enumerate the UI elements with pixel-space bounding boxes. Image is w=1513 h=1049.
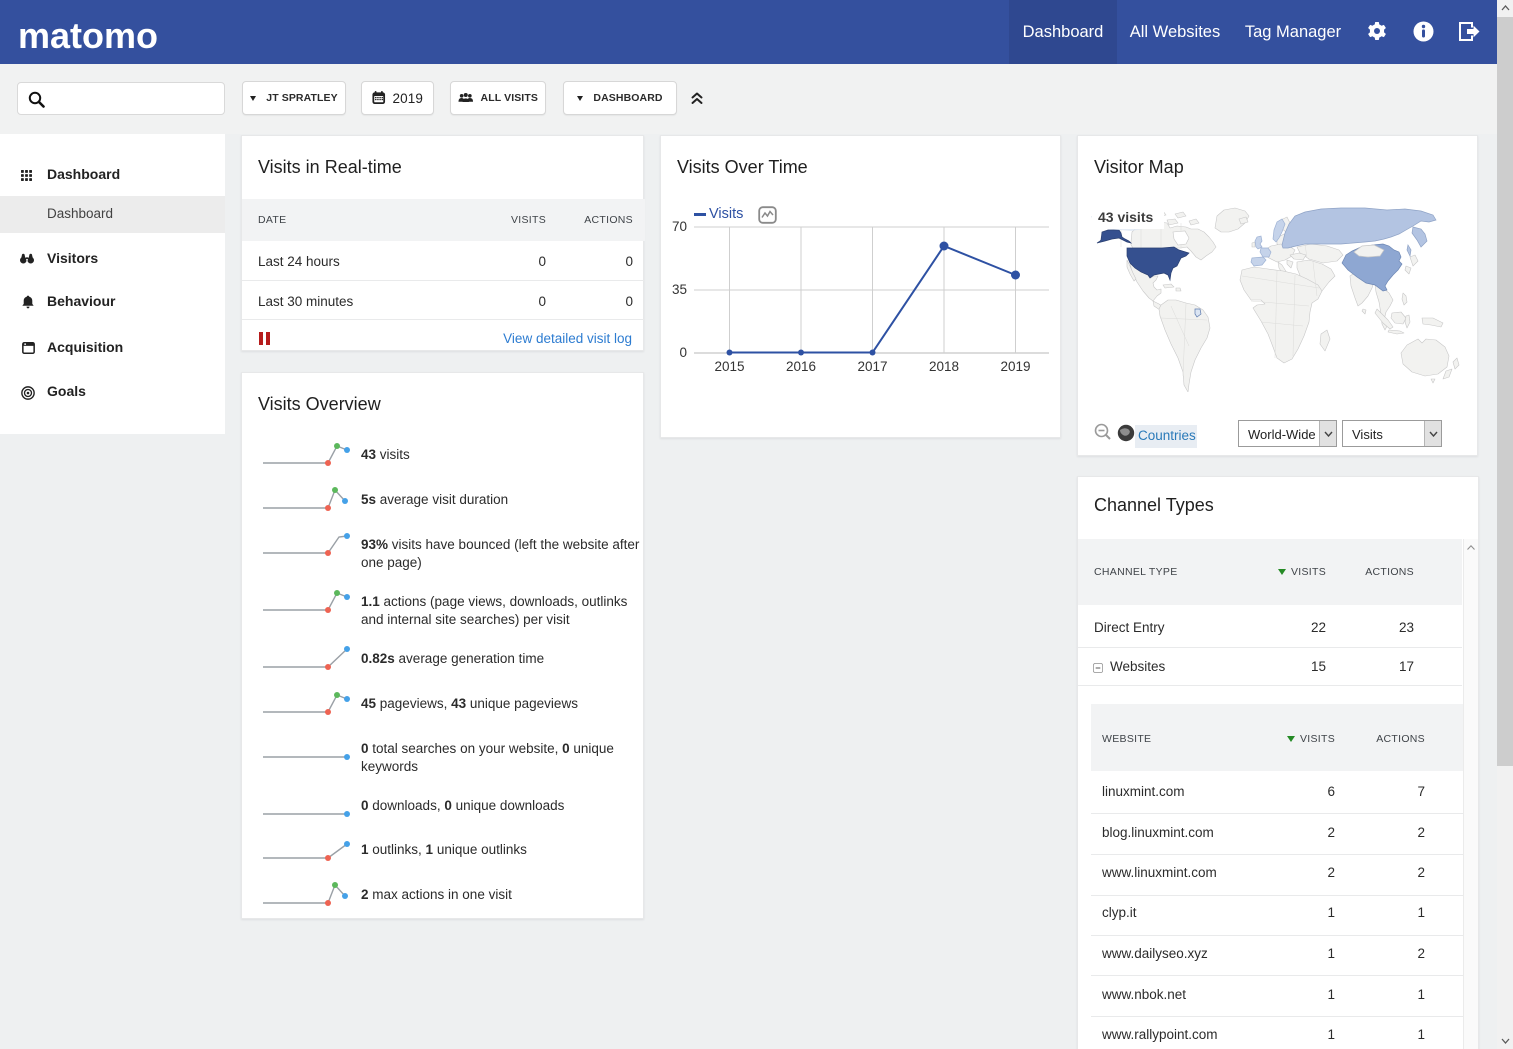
svg-text:2016: 2016 xyxy=(786,359,816,374)
svg-text:2015: 2015 xyxy=(714,359,744,374)
svg-text:2018: 2018 xyxy=(929,359,959,374)
svg-text:2019: 2019 xyxy=(1000,359,1030,374)
svg-text:70: 70 xyxy=(672,219,687,234)
svg-text:0: 0 xyxy=(679,345,687,360)
svg-text:35: 35 xyxy=(672,282,687,297)
svg-text:2017: 2017 xyxy=(857,359,887,374)
svg-text:43 visits: 43 visits xyxy=(1098,209,1153,225)
